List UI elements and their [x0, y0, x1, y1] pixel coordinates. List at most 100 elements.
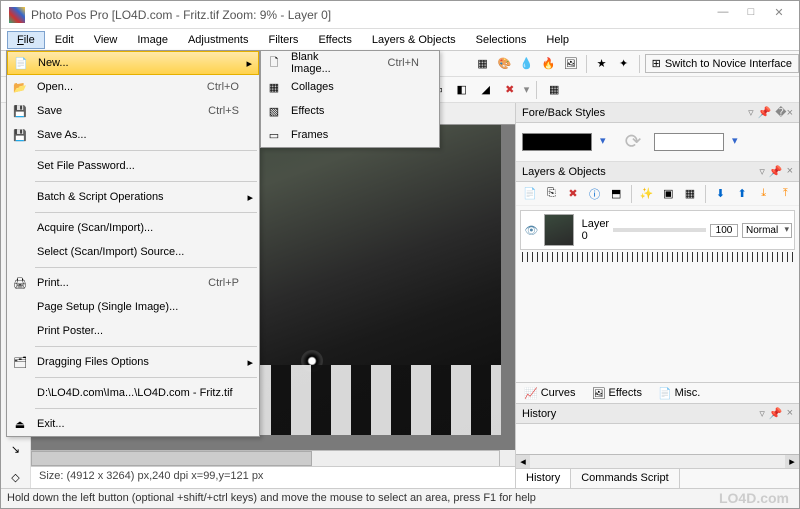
- foreback-panel-title: Fore/Back Styles: [522, 107, 605, 119]
- swap-colors-icon[interactable]: ⟳: [620, 129, 646, 155]
- layer-ruler: [522, 252, 793, 262]
- back-dropdown-icon[interactable]: ▾: [732, 134, 744, 150]
- wand-icon[interactable]: ✦: [614, 54, 634, 74]
- size-info: Size: (4912 x 3264) px,240 dpi x=99,y=12…: [31, 466, 515, 488]
- file-menu-dropdown: 📄 New... ▸ 📂 Open... Ctrl+O 💾 Save Ctrl+…: [6, 50, 260, 437]
- menu-open[interactable]: 📂 Open... Ctrl+O: [7, 75, 259, 99]
- commands-script-tab[interactable]: Commands Script: [571, 469, 679, 488]
- submenu-collages[interactable]: ▦ Collages: [261, 75, 439, 99]
- menu-view[interactable]: View: [84, 31, 128, 49]
- submenu-frames[interactable]: ▭ Frames: [261, 123, 439, 147]
- menu-print[interactable]: 🖨 Print... Ctrl+P: [7, 271, 259, 295]
- new-submenu: 🗋 Blank Image... Ctrl+N ▦ Collages ▧ Eff…: [260, 50, 440, 148]
- horizontal-scrollbar[interactable]: [31, 450, 499, 466]
- layers-panel-title: Layers & Objects: [522, 166, 606, 178]
- panel-menu-icon[interactable]: ▿: [748, 106, 754, 119]
- new-icon: 📄: [8, 57, 34, 70]
- visibility-icon[interactable]: 👁: [523, 224, 540, 237]
- menu-acquire[interactable]: Acquire (Scan/Import)...: [7, 216, 259, 240]
- app-logo: [9, 7, 25, 23]
- mask-tool-icon[interactable]: ◧: [452, 80, 472, 100]
- panel-close-icon[interactable]: �×: [775, 106, 793, 119]
- foreground-swatch[interactable]: [522, 133, 592, 151]
- menu-dragging-options[interactable]: 🗂 Dragging Files Options ▸: [7, 350, 259, 374]
- merge-icon[interactable]: ⬒: [606, 184, 626, 204]
- close-button[interactable]: ✕: [767, 6, 791, 24]
- layer-row[interactable]: 👁 Layer 0 100 Normal: [520, 210, 795, 250]
- menu-filters[interactable]: Filters: [258, 31, 308, 49]
- move-up-icon[interactable]: ⬆: [732, 184, 752, 204]
- fx-browser-icon[interactable]: ▦: [473, 54, 493, 74]
- picture-icon[interactable]: 🖼: [561, 54, 581, 74]
- effects-menu-icon: ▧: [261, 105, 287, 118]
- tab-misc[interactable]: 📄Misc.: [654, 385, 704, 402]
- delete-layer-icon[interactable]: ✖: [563, 184, 583, 204]
- menu-edit[interactable]: Edit: [45, 31, 84, 49]
- menu-set-password[interactable]: Set File Password...: [7, 154, 259, 178]
- fire-icon[interactable]: 🔥: [539, 54, 559, 74]
- open-icon: 📂: [7, 81, 33, 94]
- menu-batch[interactable]: Batch & Script Operations ▸: [7, 185, 259, 209]
- history-tab[interactable]: History: [516, 469, 571, 488]
- menu-image[interactable]: Image: [127, 31, 178, 49]
- opacity-input[interactable]: 100: [710, 224, 738, 237]
- menu-effects[interactable]: Effects: [308, 31, 361, 49]
- menu-page-setup[interactable]: Page Setup (Single Image)...: [7, 295, 259, 319]
- delete-icon[interactable]: ✖: [500, 80, 520, 100]
- menu-recent-file[interactable]: D:\LO4D.com\Ima...\LO4D.com - Fritz.tif: [7, 381, 259, 405]
- blend-mode-select[interactable]: Normal: [742, 223, 792, 238]
- menu-select-source[interactable]: Select (Scan/Import) Source...: [7, 240, 259, 264]
- misc-icon: 📄: [658, 387, 672, 400]
- minimize-button[interactable]: —: [711, 6, 735, 24]
- history-scrollbar[interactable]: ◂▸: [516, 454, 799, 468]
- menu-layers[interactable]: Layers & Objects: [362, 31, 466, 49]
- maximize-button[interactable]: □: [739, 6, 763, 24]
- line-tool[interactable]: ↘: [5, 438, 27, 460]
- layer-props-icon[interactable]: ⓘ: [585, 184, 605, 204]
- move-bottom-icon[interactable]: ⤓: [754, 184, 774, 204]
- frames-icon: ▭: [261, 129, 287, 142]
- layer-thumbnail: [544, 214, 574, 246]
- menu-print-poster[interactable]: Print Poster...: [7, 319, 259, 343]
- duplicate-layer-icon[interactable]: ⎘: [542, 184, 562, 204]
- panel-pin-icon[interactable]: 📌: [758, 106, 772, 119]
- menu-exit[interactable]: ⏏ Exit...: [7, 412, 259, 436]
- background-swatch[interactable]: [654, 133, 724, 151]
- palette-icon[interactable]: 🎨: [495, 54, 515, 74]
- droplet-icon[interactable]: 💧: [517, 54, 537, 74]
- new-layer-icon[interactable]: 📄: [520, 184, 540, 204]
- curves-icon: 📈: [524, 387, 538, 400]
- opacity-slider[interactable]: [613, 228, 706, 232]
- submenu-blank-image[interactable]: 🗋 Blank Image... Ctrl+N: [261, 51, 439, 75]
- status-text: Hold down the left button (optional +shi…: [7, 492, 536, 504]
- menu-adjustments[interactable]: Adjustments: [178, 31, 259, 49]
- tab-effects[interactable]: 🖼Effects: [588, 385, 646, 402]
- exit-icon: ⏏: [7, 418, 33, 431]
- move-top-icon[interactable]: ⤒: [776, 184, 796, 204]
- group-icon[interactable]: ▣: [659, 184, 679, 204]
- menu-new[interactable]: 📄 New... ▸: [7, 51, 259, 75]
- grid-icon[interactable]: ▦: [544, 80, 564, 100]
- eraser-tool-icon[interactable]: ◢: [476, 80, 496, 100]
- menu-save[interactable]: 💾 Save Ctrl+S: [7, 99, 259, 123]
- drag-icon: 🗂: [7, 356, 33, 369]
- submenu-effects[interactable]: ▧ Effects: [261, 99, 439, 123]
- switch-novice-button[interactable]: ⊞ Switch to Novice Interface: [645, 54, 799, 73]
- fore-dropdown-icon[interactable]: ▾: [600, 134, 612, 150]
- menu-saveas[interactable]: 💾 Save As...: [7, 123, 259, 147]
- history-panel-title: History: [522, 408, 556, 420]
- star-icon[interactable]: ★: [592, 54, 612, 74]
- menubar: File Edit View Image Adjustments Filters…: [1, 29, 799, 51]
- menu-help[interactable]: Help: [536, 31, 579, 49]
- tab-curves[interactable]: 📈Curves: [520, 385, 580, 402]
- mask-icon[interactable]: ▦: [680, 184, 700, 204]
- fx-icon[interactable]: ✨: [637, 184, 657, 204]
- shape-tool[interactable]: ◇: [5, 466, 27, 488]
- blank-image-icon: 🗋: [261, 54, 287, 73]
- window-title: Photo Pos Pro [LO4D.com - Fritz.tif Zoom…: [31, 8, 707, 22]
- menu-file[interactable]: File: [7, 31, 45, 49]
- collages-icon: ▦: [261, 81, 287, 94]
- menu-selections[interactable]: Selections: [466, 31, 537, 49]
- move-down-icon[interactable]: ⬇: [711, 184, 731, 204]
- switch-icon: ⊞: [652, 57, 661, 70]
